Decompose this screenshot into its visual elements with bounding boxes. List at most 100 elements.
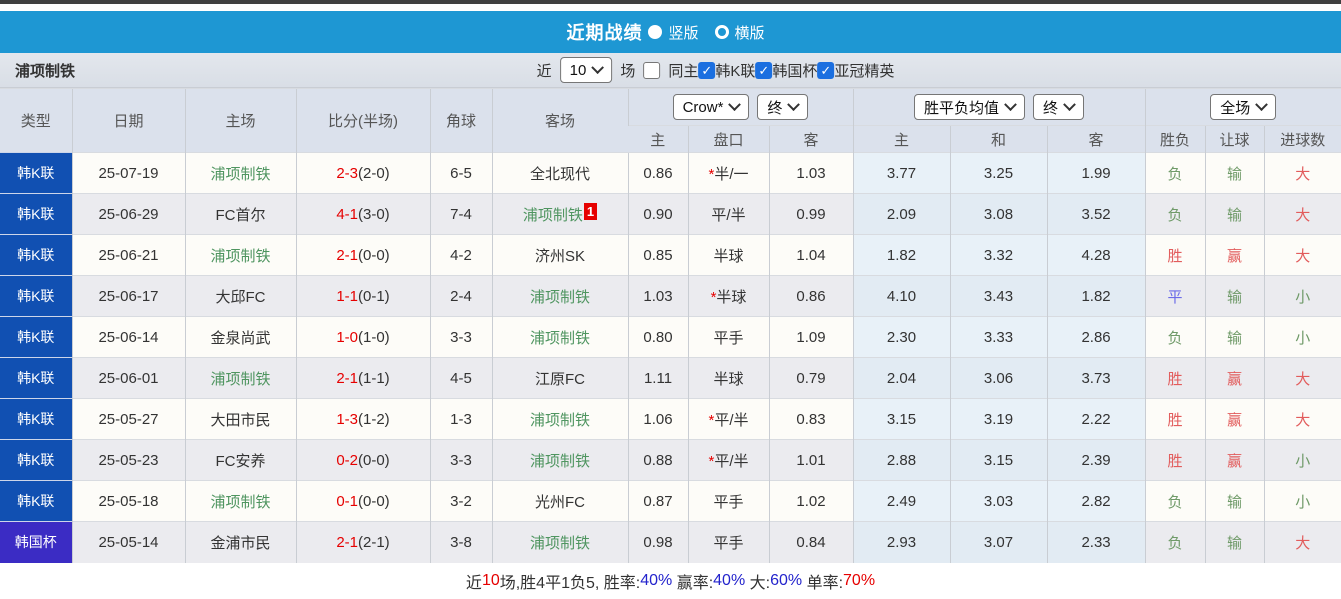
- avg-away-odds-cell: 2.33: [1046, 521, 1146, 563]
- home-team-cell: 浦项制铁: [184, 480, 296, 522]
- goals-result: 大: [1295, 247, 1311, 265]
- corners-cell: 3-2: [429, 480, 492, 522]
- home-team: 金泉尚武: [210, 329, 271, 347]
- away-team-cell: 浦项制铁: [491, 275, 628, 317]
- match-date: 25-06-14: [98, 328, 159, 346]
- ah-home-odds-cell: 0.98: [627, 521, 688, 563]
- avg-draw-odds: 3.43: [983, 287, 1014, 305]
- vertical-layout-radio[interactable]: [648, 25, 663, 39]
- avg-home-odds: 1.82: [886, 246, 917, 264]
- handicap-cell: *平/半: [687, 439, 769, 481]
- handicap-result: 赢: [1227, 247, 1243, 265]
- avg-home-odds: 2.30: [886, 328, 917, 346]
- avg-home-odds-cell: 3.77: [852, 152, 951, 194]
- match-date: 25-06-21: [98, 246, 159, 264]
- corners-score: 3-2: [450, 492, 472, 510]
- handicap-result: 输: [1227, 534, 1243, 552]
- match-type-cell: 韩国杯: [0, 521, 72, 563]
- avg-away-odds-cell: 2.86: [1046, 316, 1146, 358]
- corners-score: 6-5: [450, 164, 472, 182]
- header-away: 客场: [491, 88, 628, 153]
- handicap-result: 赢: [1227, 370, 1243, 388]
- handicap-result-cell: 赢: [1204, 234, 1265, 276]
- corners-cell: 2-4: [429, 275, 492, 317]
- match-date-cell: 25-05-27: [71, 398, 185, 440]
- avg-home-odds-cell: 2.93: [852, 521, 951, 563]
- handicap-result-cell: 输: [1204, 521, 1265, 563]
- away-team-cell: 光州FC: [491, 480, 628, 522]
- full-match-select[interactable]: 全场: [1210, 94, 1277, 120]
- goals-result: 大: [1295, 411, 1311, 429]
- corners-cell: 6-5: [429, 152, 492, 194]
- results-tbody: 韩K联 25-07-19 浦项制铁 2-3(2-0) 6-5 全北现代 0.86…: [0, 152, 1341, 563]
- league-cup-checkbox[interactable]: ✓: [755, 61, 773, 79]
- summary-segment: 10: [481, 572, 500, 589]
- away-team-cell: 江原FC: [491, 357, 628, 399]
- handicap-time-value: 终: [767, 99, 783, 117]
- avg-away-odds-cell: 2.22: [1046, 398, 1146, 440]
- avg-away-odds-cell: 1.99: [1046, 152, 1146, 194]
- avg-home-odds-cell: 2.04: [852, 357, 951, 399]
- corners-cell: 3-8: [429, 521, 492, 563]
- handicap-time-select[interactable]: 终: [757, 94, 809, 120]
- match-type: 韩K联: [17, 411, 55, 427]
- avg-home-odds-cell: 2.09: [852, 193, 951, 235]
- avg-draw-odds: 3.19: [983, 410, 1014, 428]
- match-type: 韩K联: [17, 329, 55, 345]
- same-home-checkbox[interactable]: [643, 61, 661, 79]
- half-time-score: (3-0): [358, 205, 390, 223]
- league-cup-label[interactable]: 韩国杯: [772, 60, 817, 81]
- average-source-select[interactable]: 胜平负均值: [914, 94, 1026, 120]
- ah-away-odds: 1.02: [796, 492, 826, 510]
- horizontal-layout-radio[interactable]: [714, 25, 729, 39]
- vertical-layout-label[interactable]: 竖版: [668, 22, 698, 43]
- score-cell: 1-3(1-2): [295, 398, 430, 440]
- table-row: 韩K联 25-06-21 浦项制铁 2-1(0-0) 4-2 济州SK 0.85…: [0, 234, 1341, 276]
- subheader-goals: 进球数: [1263, 125, 1341, 153]
- away-team: 浦项制铁: [529, 452, 590, 470]
- avg-home-odds-cell: 2.49: [852, 480, 951, 522]
- asian-handicap-group-header: Crow* 终: [627, 88, 854, 126]
- horizontal-layout-label[interactable]: 横版: [735, 22, 765, 43]
- half-time-score: (0-1): [358, 287, 390, 305]
- summary-segment: 大:: [745, 575, 771, 592]
- handicap-line: 平手: [713, 493, 744, 511]
- match-result: 胜: [1167, 452, 1183, 470]
- league-acl-checkbox[interactable]: ✓: [817, 61, 835, 79]
- goals-result-cell: 大: [1263, 234, 1341, 276]
- ah-home-odds-cell: 0.86: [627, 152, 688, 194]
- league-kleague-checkbox[interactable]: ✓: [698, 61, 716, 79]
- chevron-down-icon: [787, 97, 801, 111]
- match-type-cell: 韩K联: [0, 398, 72, 440]
- table-row: 韩K联 25-05-18 浦项制铁 0-1(0-0) 3-2 光州FC 0.87…: [0, 480, 1341, 522]
- filter-controls: 近 10 场 同主 ✓ 韩K联 ✓ 韩国杯 ✓ 亚冠精英: [537, 57, 894, 83]
- match-type: 韩K联: [17, 493, 55, 509]
- ah-away-odds: 0.79: [796, 369, 826, 387]
- avg-away-odds: 3.52: [1081, 205, 1111, 223]
- league-acl-label[interactable]: 亚冠精英: [834, 60, 894, 81]
- avg-draw-odds: 3.06: [983, 369, 1014, 387]
- league-kleague-label[interactable]: 韩K联: [715, 60, 755, 81]
- match-date-cell: 25-05-14: [71, 521, 185, 563]
- match-date: 25-05-14: [98, 533, 159, 551]
- away-team: 浦项制铁: [529, 534, 590, 552]
- match-count-select[interactable]: 10: [559, 57, 613, 83]
- average-time-select[interactable]: 终: [1033, 94, 1085, 120]
- average-odds-group-header: 胜平负均值 终: [852, 88, 1146, 126]
- header-home: 主场: [184, 88, 296, 153]
- header-corners: 角球: [429, 88, 492, 153]
- avg-draw-odds: 3.32: [983, 246, 1014, 264]
- match-type: 韩K联: [17, 247, 55, 263]
- handicap-source-select[interactable]: Crow*: [672, 94, 750, 120]
- avg-draw-odds-cell: 3.25: [949, 152, 1048, 194]
- home-team: FC首尔: [215, 206, 266, 224]
- goals-result-cell: 大: [1263, 398, 1341, 440]
- full-time-score: 1-1: [336, 287, 358, 305]
- avg-home-odds: 3.77: [886, 164, 917, 182]
- match-result: 胜: [1167, 411, 1183, 429]
- goals-result: 小: [1295, 288, 1311, 306]
- chevron-down-icon: [591, 60, 605, 74]
- handicap-line: 平/半: [714, 452, 749, 470]
- ah-home-odds-cell: 0.80: [627, 316, 688, 358]
- avg-draw-odds: 3.15: [983, 451, 1014, 469]
